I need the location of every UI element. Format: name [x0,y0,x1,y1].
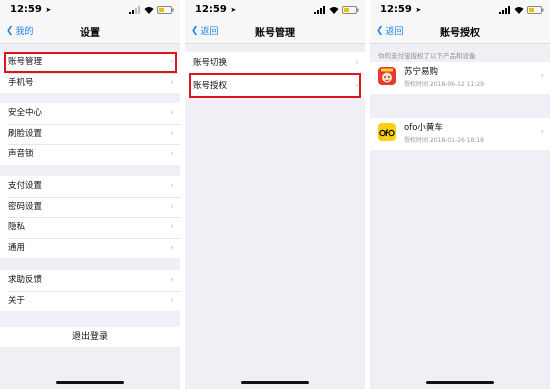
highlight-box [189,73,361,98]
app-name: 苏宁易购 [404,67,439,77]
chevron-right-icon: › [170,201,174,212]
settings-item-password[interactable]: 密码设置 › [0,196,180,218]
settings-item-face-id[interactable]: 刷脸设置 › [0,123,180,145]
status-icons [499,6,544,14]
chevron-right-icon: › [170,242,174,253]
section-subheader: 你的支付宝授权了以下产品和设备 [378,52,476,60]
status-time: 12:59 ➤ [10,4,52,15]
settings-item-feedback[interactable]: 求助反馈 › [0,270,180,291]
status-bar: 12:59 ➤ [0,0,180,20]
signal-icon [499,6,510,14]
suning-app-icon [378,67,396,85]
location-icon: ➤ [230,6,237,14]
wifi-icon [144,7,154,14]
chevron-right-icon: › [170,108,174,118]
account-authorization-screen: 12:59 ➤ ❮ 返回 账号授权 你的支付宝授权了以下产品和设备 苏宁易购 授权… [370,0,550,389]
status-icons [314,6,359,14]
wifi-icon [514,7,524,14]
page-title: 账号管理 [255,28,295,39]
page-title: 设置 [80,28,100,39]
settings-group-security: 安全中心 › 刷脸设置 › 声音锁 › [0,103,180,165]
page-title: 账号授权 [440,28,480,39]
signal-icon [129,6,140,14]
settings-item-general[interactable]: 通用 › [0,237,180,259]
chevron-right-icon: › [170,222,174,232]
settings-group-help: 求助反馈 › 关于 › [0,270,180,311]
app-authorization-time: 授权时间 2018-01-26 18:18 [404,137,484,144]
settings-item-payment[interactable]: 支付设置 › [0,176,180,197]
home-indicator [426,381,494,384]
chevron-right-icon: › [170,181,174,191]
app-authorization-time: 授权时间 2018-06-12 11:29 [404,81,484,88]
battery-icon [342,6,359,14]
status-icons [129,6,174,14]
chevron-right-icon: › [170,77,174,88]
home-indicator [241,381,309,384]
status-time: 12:59 ➤ [195,4,237,15]
chevron-right-icon: › [540,127,544,137]
nav-bar: ❮ 我的 设置 [0,20,180,44]
chevron-right-icon: › [540,71,544,81]
chevron-right-icon: › [170,149,174,159]
chevron-right-icon: › [170,295,174,306]
highlight-box [4,52,177,73]
chevron-right-icon: › [170,275,174,285]
authorized-app-suning[interactable]: 苏宁易购 授权时间 2018-06-12 11:29 › [370,62,550,94]
nav-bar: ❮ 返回 账号授权 [370,20,550,44]
settings-item-security-center[interactable]: 安全中心 › [0,103,180,124]
status-time: 12:59 ➤ [380,4,422,15]
location-icon: ➤ [45,6,52,14]
account-item-switch[interactable]: 账号切换 › [185,52,365,74]
settings-item-privacy[interactable]: 隐私 › [0,217,180,238]
chevron-right-icon: › [355,58,359,68]
settings-group-payment: 支付设置 › 密码设置 › 隐私 › 通用 › [0,176,180,258]
location-icon: ➤ [415,6,422,14]
battery-icon [157,6,174,14]
settings-item-about[interactable]: 关于 › [0,290,180,312]
logout-button[interactable]: 退出登录 [0,327,180,347]
nav-bar: ❮ 返回 账号管理 [185,20,365,44]
settings-screen: 12:59 ➤ ❮ 我的 设置 账号管理 › 手机号 › 安全中心 › 刷脸设置 › 声音… [0,0,180,389]
wifi-icon [329,7,339,14]
app-name: ofo小黄车 [404,123,443,133]
authorized-app-ofo[interactable]: ofo小黄车 授权时间 2018-01-26 18:18 › [370,118,550,150]
battery-icon [527,6,544,14]
settings-item-phone[interactable]: 手机号 › [0,72,180,94]
status-bar: 12:59 ➤ [185,0,365,20]
chevron-right-icon: › [170,128,174,139]
settings-item-voice-lock[interactable]: 声音锁 › [0,144,180,165]
signal-icon [314,6,325,14]
status-bar: 12:59 ➤ [370,0,550,20]
ofo-app-icon [378,123,396,141]
home-indicator [56,381,124,384]
account-management-screen: 12:59 ➤ ❮ 返回 账号管理 账号切换 › 账号授权 › [185,0,365,389]
